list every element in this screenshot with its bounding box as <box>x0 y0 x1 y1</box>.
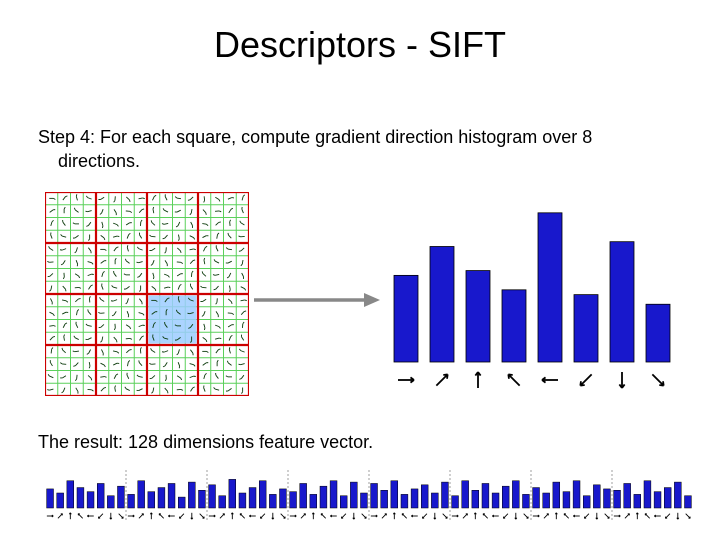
slide: Descriptors - SIFT Step 4: For each squa… <box>0 0 720 540</box>
highlighted-cell <box>149 296 197 344</box>
histogram-bars <box>394 213 670 362</box>
direction-histogram <box>390 200 680 400</box>
step-line-1: Step 4: For each square, compute gradien… <box>38 127 592 147</box>
gradient-grid-figure <box>45 192 249 396</box>
flow-arrow-icon <box>252 290 380 310</box>
step-description: Step 4: For each square, compute gradien… <box>38 125 680 174</box>
direction-arrows-row <box>398 372 664 388</box>
feature-vector-bar-groups <box>47 470 692 520</box>
result-description: The result: 128 dimensions feature vecto… <box>38 432 373 453</box>
page-title: Descriptors - SIFT <box>0 24 720 66</box>
feature-vector-bars <box>45 468 693 524</box>
step-line-2: directions. <box>38 149 680 173</box>
